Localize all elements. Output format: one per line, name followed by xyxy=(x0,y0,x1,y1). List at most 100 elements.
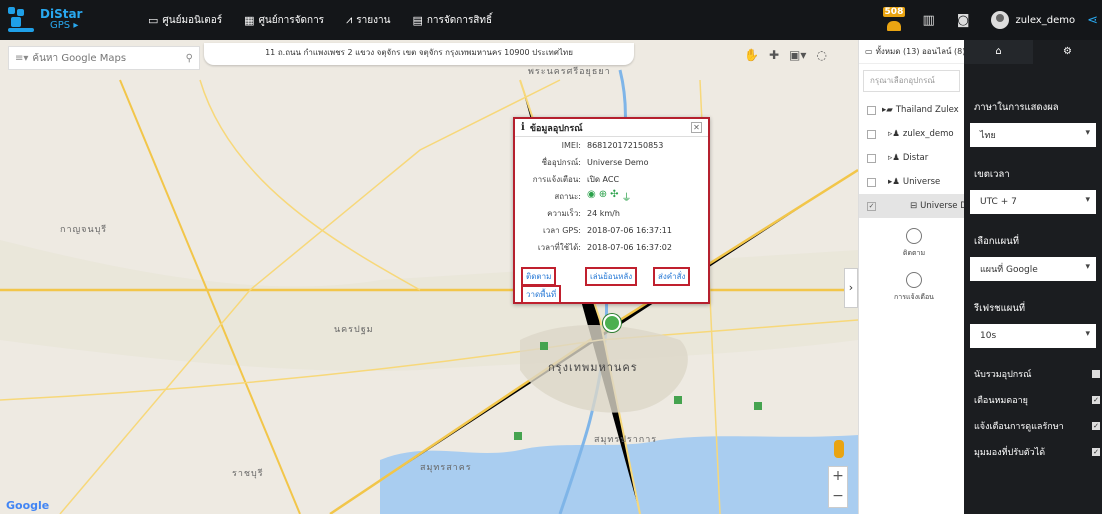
logo-mark-icon xyxy=(8,7,34,33)
row-key: สถานะ: xyxy=(554,192,581,201)
playback-link[interactable]: เล่นย้อนหลัง xyxy=(585,267,638,286)
toggle-maintenance-alert[interactable]: แจ้งเตือนการดูแลรักษา ✓ xyxy=(964,414,1102,438)
checkbox[interactable] xyxy=(1092,370,1100,378)
map-label: สมุทรปราการ xyxy=(594,435,658,445)
popup-row: ชื่ออุปกรณ์: Universe Demo xyxy=(515,154,708,171)
device-list-panel: ▭ทั้งหมด (13) ออนไลน์ (8) ออฟไลน์ กรุณาเ… xyxy=(858,40,964,514)
timezone-label: เขตเวลา xyxy=(974,169,1010,180)
nav-management-center[interactable]: ▦ ศูนย์การจัดการ xyxy=(244,13,324,28)
toggle-expiry-alert[interactable]: เตือนหมดอายุ ✓ xyxy=(964,388,1102,412)
map-label: กาญจนบุรี xyxy=(60,225,108,235)
nav-label: การจัดการสิทธิ์ xyxy=(426,14,493,26)
row-key: ความเร็ว: xyxy=(547,209,581,218)
tree-checkbox[interactable] xyxy=(867,177,876,187)
home-icon: ⌂ xyxy=(995,46,1002,57)
crosshair-icon[interactable]: ✚ xyxy=(769,48,779,62)
logo-main-text: DiStar xyxy=(40,7,83,21)
tree-item-thailand-zulex[interactable]: ▸▰ Thailand Zulex xyxy=(859,98,964,122)
settings-panel: ⌂ ⚙ ภาษาในการแสดงผล ไทย เขตเวลา UTC + 7 … xyxy=(964,40,1102,514)
timezone-value: UTC + 7 xyxy=(980,197,1017,207)
map-search-box[interactable]: ≡▾ ⚲ xyxy=(8,46,200,70)
monitor-icon: ▭ xyxy=(148,13,159,27)
refresh-value: 10s xyxy=(980,331,997,341)
notification-count-badge: 508 xyxy=(882,7,906,17)
timezone-select[interactable]: UTC + 7 xyxy=(970,190,1096,214)
nav-reports[interactable]: ⩘ รายงาน xyxy=(346,13,390,28)
track-link[interactable]: ติดตาม xyxy=(521,267,557,286)
tree-checkbox-checked[interactable]: ✓ xyxy=(867,201,876,211)
settings-tabs: ⌂ ⚙ xyxy=(964,40,1102,64)
row-value: 868120172150853 xyxy=(587,141,664,150)
bell-icon xyxy=(886,21,901,31)
username-label[interactable]: zulex_demo xyxy=(1015,15,1075,26)
language-select[interactable]: ไทย xyxy=(970,123,1096,147)
chat-icon[interactable]: ◌ xyxy=(816,48,826,62)
distar-logo[interactable]: DiStar GPS ▸ xyxy=(8,7,148,33)
map-type-value: แผนที่ Google xyxy=(980,265,1038,275)
zoom-out-button[interactable]: − xyxy=(829,487,847,507)
chart-icon: ⩘ xyxy=(346,13,353,26)
tree-item-zulex-demo[interactable]: ▹♟ zulex_demo xyxy=(859,122,964,146)
zoom-in-button[interactable]: + xyxy=(829,467,847,487)
close-icon[interactable]: ✕ xyxy=(691,122,702,133)
popup-row: เวลา GPS: 2018-07-06 16:37:11 xyxy=(515,222,708,239)
popup-actions: ติดตาม เล่นย้อนหลัง ส่งคำสั่ง วาดพื้นที่ xyxy=(521,265,701,305)
tab-settings[interactable]: ⚙ xyxy=(1033,40,1102,64)
tab-home[interactable]: ⌂ xyxy=(964,40,1033,64)
tree-item-universe[interactable]: ▸♟ Universe xyxy=(859,170,964,194)
nav-permissions[interactable]: ▤ การจัดการสิทธิ์ xyxy=(412,13,492,28)
toggle-adaptive-view[interactable]: มุมมองที่ปรับตัวได้ ✓ xyxy=(964,440,1102,464)
hand-icon[interactable]: ✋ xyxy=(744,48,759,62)
satellite-icon: ⊕ xyxy=(598,189,608,200)
tree-checkbox[interactable] xyxy=(867,153,876,163)
checkbox-checked[interactable]: ✓ xyxy=(1092,422,1100,430)
track-shortcut-label: ติดตาม xyxy=(902,249,926,257)
alarm-shortcut[interactable]: การแจ้งเตือน xyxy=(879,272,949,303)
nav-monitor-center[interactable]: ▭ ศูนย์มอนิเตอร์ xyxy=(148,13,222,28)
checkbox-checked[interactable]: ✓ xyxy=(1092,448,1100,456)
row-value: 2018-07-06 16:37:11 xyxy=(587,226,672,235)
popup-row: สถานะ: ◉ ⊕ ✣ ⏚ xyxy=(515,188,708,205)
row-key: ชื่ออุปกรณ์: xyxy=(541,158,581,167)
address-bar: 11 ถ.ถนน กำแพงเพชร 2 แขวง จตุจักร เขต จต… xyxy=(204,43,634,65)
collapse-panel-button[interactable]: › xyxy=(844,268,858,308)
logo-sub-text: GPS xyxy=(50,20,71,31)
tree-label: Thailand Zulex xyxy=(895,105,959,115)
pegman-icon[interactable] xyxy=(834,440,844,458)
tree-checkbox[interactable] xyxy=(867,105,876,115)
info-icon: i xyxy=(521,122,525,133)
nav-label: ศูนย์การจัดการ xyxy=(258,14,325,26)
device-search-input[interactable]: กรุณาเลือกอุปกรณ์ xyxy=(863,70,960,92)
map-type-select[interactable]: แผนที่ Google xyxy=(970,257,1096,281)
engine-icon: ✣ xyxy=(610,189,619,200)
draw-area-link[interactable]: วาดพื้นที่ xyxy=(521,285,562,304)
device-info-popup: i ข้อมูลอุปกรณ์ ✕ IMEI: 868120172150853 ช… xyxy=(513,117,710,304)
map-layers-icon[interactable]: ▣▾ xyxy=(789,48,806,62)
menu-icon[interactable]: ≡▾ xyxy=(15,53,28,64)
track-shortcut[interactable]: ติดตาม xyxy=(879,228,949,259)
user-avatar[interactable] xyxy=(991,11,1010,29)
popup-row: เวลาที่ใช้ได้: 2018-07-06 16:37:02 xyxy=(515,239,708,256)
send-command-link[interactable]: ส่งคำสั่ง xyxy=(653,267,691,286)
camera-icon[interactable]: ◙ xyxy=(957,13,970,28)
checkbox-checked[interactable]: ✓ xyxy=(1092,396,1100,404)
notification-bell-button[interactable]: 508 xyxy=(881,7,907,33)
share-icon[interactable]: ⋖ xyxy=(1087,13,1098,28)
refresh-label: รีเฟรชแผนที่ xyxy=(974,303,1026,314)
power-icon: ⏚ xyxy=(621,193,632,204)
tree-checkbox[interactable] xyxy=(867,129,876,139)
toggle-count-devices[interactable]: นับรวมอุปกรณ์ xyxy=(964,362,1102,386)
map-area[interactable]: กรุงเทพมหานคร นครปฐม สมุทรปราการ สมุทรสา… xyxy=(0,40,858,514)
card-icon: ▤ xyxy=(412,13,423,27)
toggle-label: เตือนหมดอายุ xyxy=(974,396,1028,406)
search-icon[interactable]: ⚲ xyxy=(186,53,193,64)
refresh-select[interactable]: 10s xyxy=(970,324,1096,348)
popup-row: IMEI: 868120172150853 xyxy=(515,137,708,154)
tree-item-universe-demo[interactable]: ✓ ⊟Universe Demo xyxy=(859,194,964,218)
language-value: ไทย xyxy=(980,131,996,141)
tree-item-distar[interactable]: ▹♟ Distar xyxy=(859,146,964,170)
bar-chart-icon[interactable]: ▥ xyxy=(923,13,935,28)
map-search-input[interactable] xyxy=(32,52,186,64)
vehicle-marker[interactable] xyxy=(603,314,621,332)
device-filter-header[interactable]: ▭ทั้งหมด (13) ออนไลน์ (8) ออฟไลน์ xyxy=(859,40,964,64)
